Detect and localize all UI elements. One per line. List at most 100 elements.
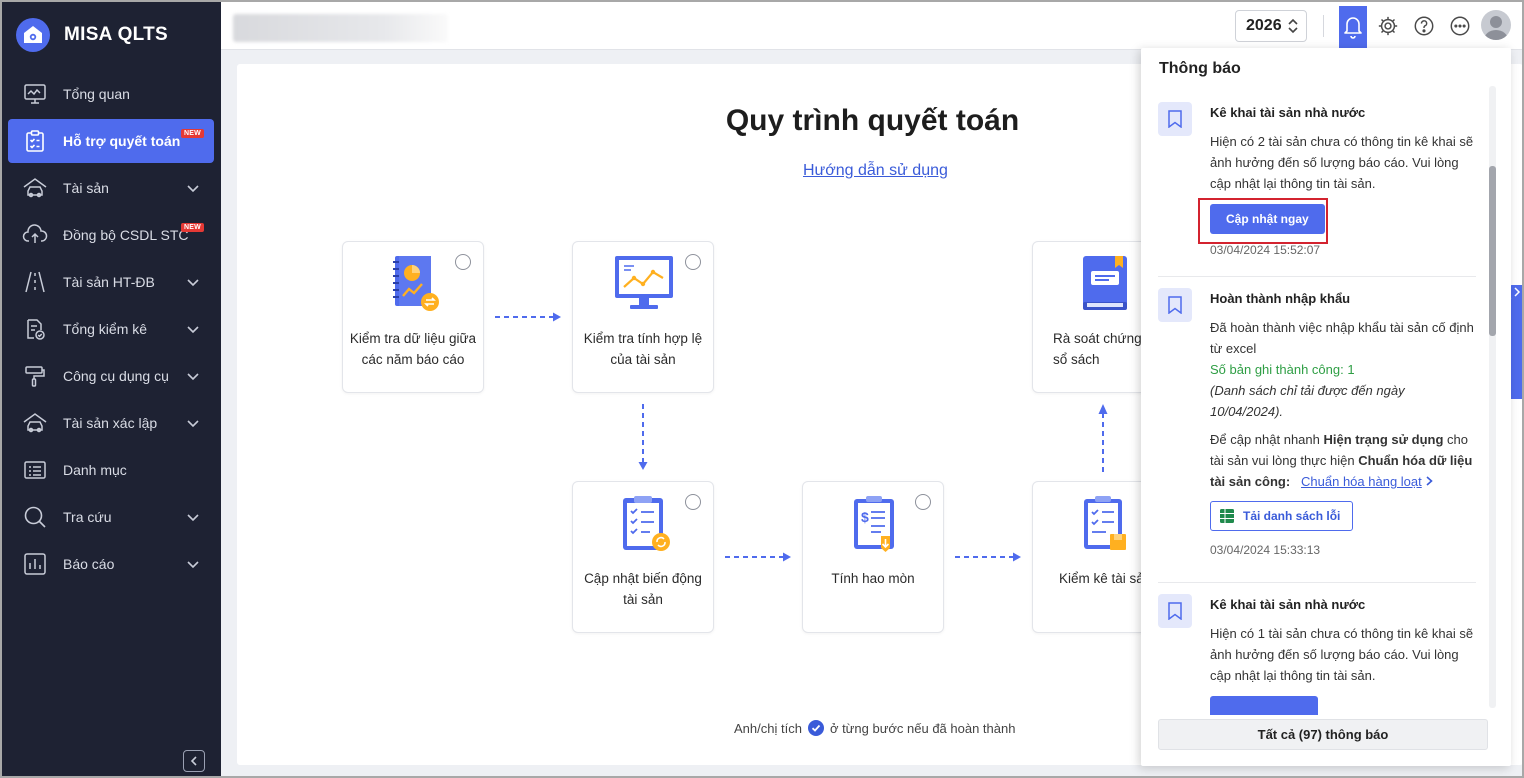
sidebar: MISA QLTS Tổng quan Hỗ trợ quyết toán NE…: [2, 2, 221, 776]
help-icon: [1414, 16, 1434, 36]
step-cap-nhat-bien-dong[interactable]: Cập nhật biến động tài sản: [572, 481, 714, 633]
sidebar-item-dong-bo-csdl-stc[interactable]: Đồng bộ CSDL STC NEW: [8, 213, 214, 257]
notification-item[interactable]: Hoàn thành nhập khẩu Đã hoàn thành việc …: [1158, 288, 1476, 578]
sidebar-nav: Tổng quan Hỗ trợ quyết toán NEW Tài sản: [8, 72, 214, 589]
step-kiem-tra-tinh-hop-le[interactable]: Kiểm tra tính hợp lệ của tài sản: [572, 241, 714, 393]
chevron-left-icon: [190, 756, 197, 766]
notification-item[interactable]: Kê khai tài sản nhà nước Hiện có 1 tài s…: [1158, 594, 1476, 715]
divider: [1158, 582, 1476, 583]
chevron-down-icon: [187, 373, 199, 381]
notification-body: Kê khai tài sản nhà nước Hiện có 1 tài s…: [1210, 594, 1474, 715]
notification-text: Hiện có 1 tài sản chưa có thông tin kê k…: [1210, 626, 1474, 683]
notification-time: 03/04/2024 15:33:13: [1210, 543, 1321, 557]
sidebar-item-ho-tro-quyet-toan[interactable]: Hỗ trợ quyết toán NEW: [8, 119, 214, 163]
chevron-down-icon: [187, 279, 199, 287]
divider: [1158, 276, 1476, 277]
sidebar-item-tai-san[interactable]: Tài sản: [8, 166, 214, 210]
step-tinh-hao-mon[interactable]: $ Tính hao mòn: [802, 481, 944, 633]
sidebar-item-label: Đồng bộ CSDL STC: [63, 227, 189, 243]
bookmark-icon: [1158, 594, 1192, 628]
step-kiem-tra-du-lieu[interactable]: Kiểm tra dữ liệu giữa các năm báo cáo: [342, 241, 484, 393]
sidebar-item-tai-san-ht-db[interactable]: Tài sản HT-ĐB: [8, 260, 214, 304]
chevron-down-icon: [187, 561, 199, 569]
step-label: Kiểm tra dữ liệu giữa các năm báo cáo: [349, 331, 477, 367]
blurred-unit-name: [233, 14, 448, 42]
hint-text-after: ở từng bước nếu đã hoàn thành: [829, 720, 1016, 736]
svg-text:$: $: [861, 509, 869, 525]
flow-arrow-right: [495, 312, 561, 322]
sidebar-item-tong-kiem-ke[interactable]: Tổng kiểm kê: [8, 307, 214, 351]
sidebar-item-label: Tài sản xác lập: [63, 415, 158, 431]
chevron-right-icon: [1514, 287, 1521, 297]
standardize-batch-link[interactable]: Chuẩn hóa hàng loạt: [1301, 474, 1422, 489]
notification-heading: Hoàn thành nhập khẩu: [1210, 291, 1351, 306]
sidebar-item-tai-san-xac-lap[interactable]: Tài sản xác lập: [8, 401, 214, 445]
road-icon: [22, 269, 48, 295]
report-book-icon: [343, 254, 483, 316]
check-circle-icon: [807, 720, 824, 736]
notification-panel: Thông báo Kê khai tài sản nhà nước Hiện …: [1141, 48, 1511, 766]
standardize-instruction: Để cập nhật nhanh Hiện trạng sử dụng cho…: [1210, 429, 1474, 492]
completion-hint: Anh/chị tích ở từng bước nếu đã hoàn thà…: [734, 720, 1015, 736]
chevron-down-icon: [187, 514, 199, 522]
download-error-list-button[interactable]: Tải danh sách lỗi: [1210, 501, 1354, 531]
side-tab-toggle[interactable]: [1510, 285, 1522, 299]
sidebar-item-label: Tài sản: [63, 180, 109, 196]
help-button[interactable]: [1411, 13, 1437, 39]
chevron-down-icon: [187, 185, 199, 193]
clipboard-check-icon: [22, 128, 48, 154]
misa-logo-icon: [16, 18, 50, 52]
document-check-icon: [22, 316, 48, 342]
notification-body: Hoàn thành nhập khẩu Đã hoàn thành việc …: [1210, 288, 1474, 557]
divider: [1323, 15, 1324, 37]
sidebar-item-cong-cu-dung-cu[interactable]: Công cụ dụng cụ: [8, 354, 214, 398]
notification-item[interactable]: Kê khai tài sản nhà nước Hiện có 2 tài s…: [1158, 102, 1476, 262]
bar-chart-icon: [22, 551, 48, 577]
chevron-right-icon: [1426, 476, 1434, 486]
settings-button[interactable]: [1375, 13, 1401, 39]
flow-arrow-right: [725, 552, 791, 562]
brand[interactable]: MISA QLTS: [16, 18, 168, 52]
sidebar-item-label: Tra cứu: [63, 509, 112, 525]
notification-list: Kê khai tài sản nhà nước Hiện có 2 tài s…: [1141, 88, 1493, 715]
search-icon: [22, 504, 48, 530]
notification-panel-title: Thông báo: [1159, 60, 1241, 77]
invoice-down-icon: $: [803, 494, 943, 556]
flow-arrow-down: [638, 404, 648, 470]
excel-icon: [1220, 509, 1234, 523]
avatar[interactable]: [1481, 10, 1511, 40]
instruction-text: Để cập nhật nhanh: [1210, 432, 1324, 447]
instruction-emphasis: Hiện trạng sử dụng: [1323, 432, 1444, 447]
checklist-sync-icon: [573, 494, 713, 556]
chevron-down-icon: [187, 326, 199, 334]
more-button[interactable]: [1447, 13, 1473, 39]
side-tab-panel[interactable]: [1510, 299, 1522, 399]
cloud-sync-icon: [22, 222, 48, 248]
app-window: MISA QLTS Tổng quan Hỗ trợ quyết toán NE…: [0, 0, 1524, 778]
more-icon: [1450, 16, 1470, 36]
sidebar-item-bao-cao[interactable]: Báo cáo: [8, 542, 214, 586]
sidebar-item-tong-quan[interactable]: Tổng quan: [8, 72, 214, 116]
all-notifications-button[interactable]: Tất cả (97) thông báo: [1158, 719, 1488, 750]
sidebar-item-danh-muc[interactable]: Danh mục: [8, 448, 214, 492]
update-now-button[interactable]: [1210, 696, 1318, 715]
step-label: Kiểm tra tính hợp lệ của tài sản: [583, 331, 703, 367]
collapse-sidebar-button[interactable]: [183, 750, 205, 772]
paint-roller-icon: [22, 363, 48, 389]
user-icon: [1484, 16, 1508, 40]
guide-link[interactable]: Hướng dẫn sử dụng: [803, 162, 948, 180]
sidebar-item-label: Báo cáo: [63, 556, 115, 572]
sidebar-item-tra-cuu[interactable]: Tra cứu: [8, 495, 214, 539]
button-label: Tải danh sách lỗi: [1243, 509, 1341, 523]
sidebar-item-label: Tài sản HT-ĐB: [63, 274, 155, 290]
sidebar-item-label: Tổng quan: [63, 86, 130, 102]
year-selector[interactable]: 2026: [1235, 10, 1307, 42]
year-value: 2026: [1246, 17, 1282, 34]
step-label: Tính hao mòn: [831, 571, 915, 586]
success-count: Số bản ghi thành công: 1: [1210, 362, 1355, 377]
sidebar-item-label: Tổng kiểm kê: [63, 321, 148, 337]
spinner-icon[interactable]: [1288, 18, 1298, 34]
car-house-icon: [22, 410, 48, 436]
notification-time: 03/04/2024 15:52:07: [1210, 243, 1321, 257]
notification-text: Đã hoàn thành việc nhập khẩu tài sản cố …: [1210, 320, 1474, 356]
